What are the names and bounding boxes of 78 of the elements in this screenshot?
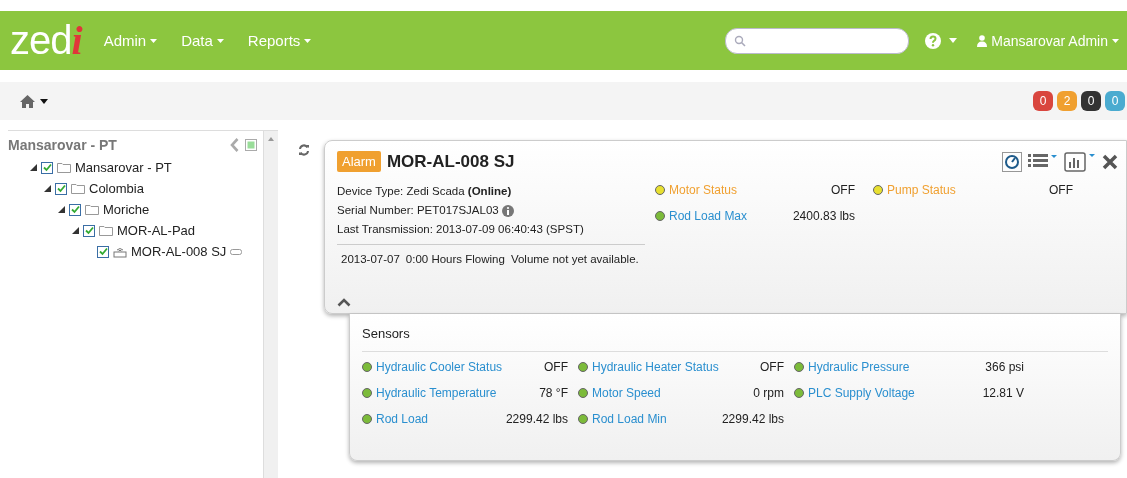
nav-menu[interactable]: Reports	[247, 32, 312, 49]
alert-count-badge[interactable]: 0	[1081, 91, 1101, 111]
checkbox[interactable]	[83, 224, 95, 237]
flow-text: 0:00 Hours Flowing	[405, 252, 505, 267]
sensor-value: 0 rpm	[753, 386, 784, 400]
sidebar-title: Mansarovar - PT	[8, 137, 118, 153]
reading-value: 2400.83 lbs	[792, 209, 855, 223]
sensor-link[interactable]: Motor Speed	[592, 386, 661, 400]
chart-icon[interactable]	[1064, 151, 1096, 172]
device-type: Device Type: Zedi Scada (Online)	[337, 184, 513, 199]
sensor-link[interactable]: Rod Load Min	[592, 412, 667, 426]
caret-icon	[1112, 38, 1119, 43]
panel-title: Sensors	[362, 326, 1108, 352]
caret-icon	[40, 98, 48, 104]
nav-menu[interactable]: Admin	[103, 32, 158, 49]
sensor-value: 2299.42 lbs	[721, 412, 784, 426]
alarm-badge: Alarm	[337, 151, 381, 172]
expand-icon[interactable]	[44, 185, 51, 192]
home-button[interactable]	[20, 94, 48, 108]
reading-value: OFF	[1049, 183, 1073, 197]
device-name: MOR-AL-008 SJ	[386, 151, 515, 172]
alert-count-badge[interactable]: 2	[1057, 91, 1077, 111]
serial-number: Serial Number: PET017SJAL03	[337, 203, 499, 218]
folder-icon	[57, 162, 71, 173]
sensor-link[interactable]: Hydraulic Temperature	[376, 386, 497, 400]
checkbox[interactable]	[97, 245, 109, 258]
expand-icon[interactable]	[72, 227, 79, 234]
gauge-icon[interactable]	[1002, 151, 1022, 172]
user-menu[interactable]: Mansarovar Admin	[977, 32, 1119, 49]
sensor-value: OFF	[760, 360, 784, 374]
last-transmission: Last Transmission: 2013-07-09 06:40:43 (SPST)	[337, 222, 585, 237]
folder-icon	[71, 183, 85, 194]
tree-item[interactable]: MOR-AL-008 SJ	[131, 244, 227, 259]
reading-link[interactable]: Pump Status	[887, 183, 956, 197]
user-icon	[977, 34, 988, 47]
sensor-link[interactable]: Rod Load	[376, 412, 429, 426]
reading-link[interactable]: Motor Status	[669, 183, 738, 197]
folder-icon	[85, 204, 99, 215]
sensor-value: 366 psi	[985, 360, 1024, 374]
search-field[interactable]	[725, 27, 910, 54]
flow-text: Volume not yet available.	[510, 252, 639, 267]
tree-item[interactable]: Moriche	[103, 202, 150, 217]
sensor-link[interactable]: Hydraulic Pressure	[808, 360, 910, 374]
scrollbar[interactable]	[263, 131, 278, 478]
expand-icon[interactable]	[58, 206, 65, 213]
info-icon[interactable]	[501, 204, 514, 217]
alert-count-badge[interactable]: 0	[1105, 91, 1125, 111]
sensor-link[interactable]: Hydraulic Heater Status	[592, 360, 719, 374]
caret-icon	[150, 38, 158, 43]
link-icon	[230, 247, 243, 256]
folder-icon	[99, 225, 113, 236]
checkbox[interactable]	[69, 203, 81, 216]
checkbox[interactable]	[55, 182, 67, 195]
logo[interactable]: zedi	[10, 20, 82, 61]
caret-icon	[304, 38, 312, 43]
caret-icon	[216, 38, 224, 43]
sensor-value: 2299.42 lbs	[505, 412, 568, 426]
home-icon	[20, 94, 35, 108]
sensor-value: 78 °F	[539, 386, 568, 400]
sensor-link[interactable]: PLC Supply Voltage	[808, 386, 915, 400]
reading-value: OFF	[831, 183, 855, 197]
tree-item[interactable]: MOR-AL-Pad	[117, 223, 196, 238]
sensor-value: OFF	[544, 360, 568, 374]
nav-menu[interactable]: Data	[181, 32, 224, 49]
tree-item[interactable]: Colombia	[89, 181, 144, 196]
expand-icon[interactable]	[30, 164, 37, 171]
tree-item[interactable]: Mansarovar - PT	[75, 160, 172, 175]
reading-link[interactable]: Rod Load Max	[669, 209, 748, 223]
refresh-icon[interactable]	[298, 144, 310, 156]
flow-text: 2013-07-07	[341, 252, 400, 267]
alert-count-badge[interactable]: 0	[1033, 91, 1053, 111]
sensor-link[interactable]: Hydraulic Cooler Status	[376, 360, 503, 374]
search-icon	[734, 34, 747, 47]
sensor-value: 12.81 V	[982, 386, 1024, 400]
device-icon	[113, 245, 127, 258]
collapse-icon[interactable]	[337, 298, 351, 307]
checkbox[interactable]	[41, 161, 53, 174]
close-icon[interactable]	[1102, 153, 1118, 170]
